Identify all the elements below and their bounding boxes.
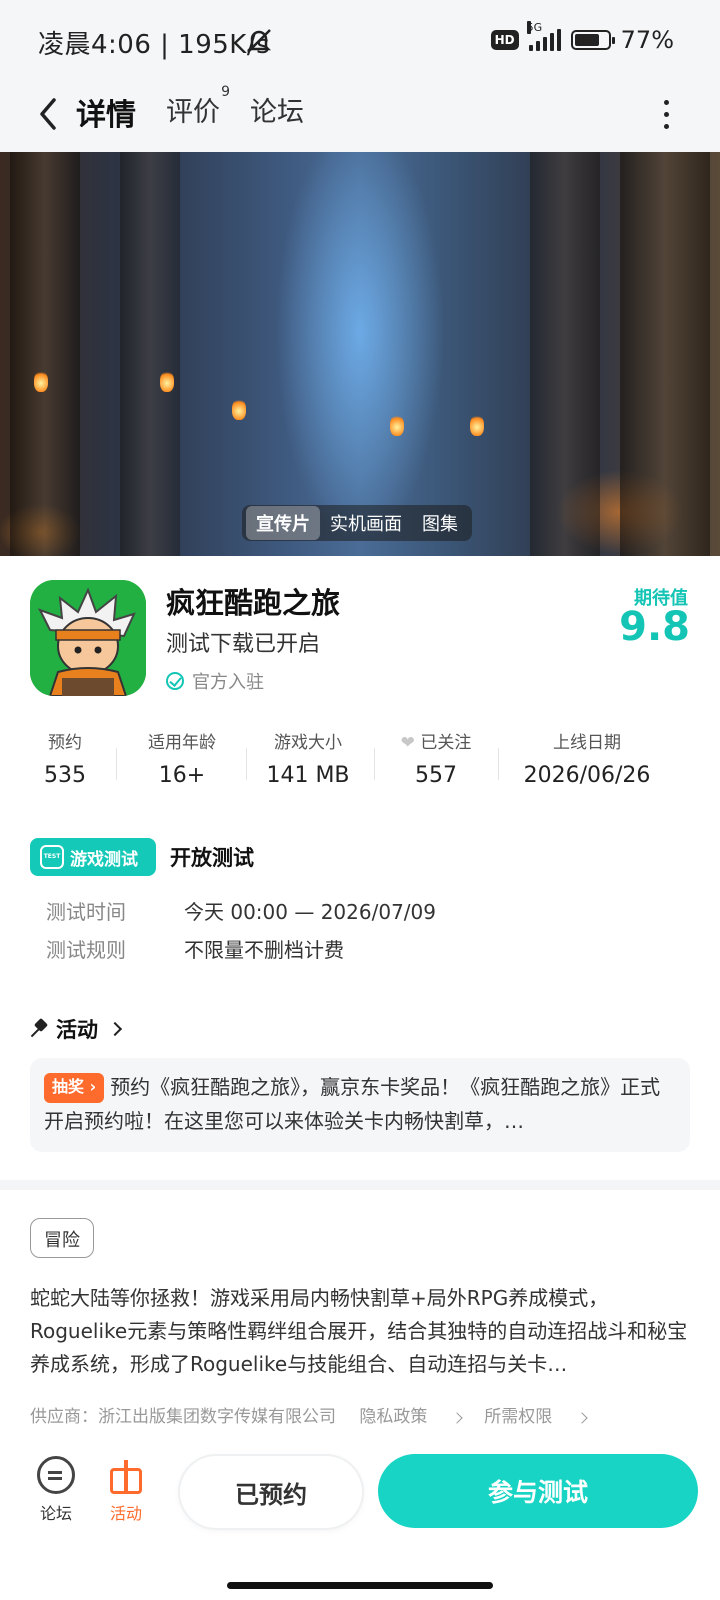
- test-rule-row: 测试规则 不限量不删档计费: [46, 934, 344, 963]
- lottery-tag: 抽奖 ›: [44, 1073, 105, 1103]
- bottom-forum-button[interactable]: 论坛: [26, 1456, 86, 1524]
- status-right: HD 5G 77%: [490, 21, 674, 54]
- stat-value: 141 MB: [266, 763, 350, 788]
- test-time-label: 测试时间: [46, 900, 126, 924]
- stat-label-followed: ❤ 已关注: [386, 728, 486, 753]
- test-rule-value: 不限量不删档计费: [184, 938, 344, 962]
- reserved-button[interactable]: 已预约: [180, 1456, 362, 1528]
- bottom-activity-label: 活动: [109, 1504, 142, 1523]
- game-title: 疯狂酷跑之旅: [166, 586, 341, 620]
- tab-review[interactable]: 评价 9: [166, 84, 230, 129]
- game-test-badge: TEST 游戏测试: [30, 838, 156, 876]
- network-type: 5G: [526, 21, 543, 34]
- stat-value: 16+: [158, 763, 206, 788]
- test-icon: TEST: [40, 845, 64, 869]
- stat-release-date: 上线日期 2026/06/26: [512, 728, 662, 788]
- stat-label-text: 已关注: [420, 733, 472, 753]
- mute-bell-icon: [246, 29, 272, 53]
- stat-label: 适用年龄: [148, 733, 216, 753]
- battery-icon: [570, 30, 615, 50]
- permissions-label: 所需权限: [484, 1407, 553, 1427]
- tab-detail-label: 详情: [76, 98, 136, 133]
- signal-icon: 5G: [526, 21, 561, 51]
- game-subtitle: 测试下载已开启: [166, 632, 321, 657]
- stat-value: 2026/06/26: [523, 763, 651, 788]
- stat-value: 557: [415, 763, 457, 788]
- chevron-right-icon: [107, 1021, 123, 1037]
- activity-heading: 活动: [56, 1018, 98, 1042]
- chevron-right-icon: [575, 1412, 588, 1424]
- bottom-action-bar: 论坛 活动 已预约 参与测试: [0, 1436, 720, 1548]
- hd-badge: HD: [490, 30, 519, 50]
- tab-forum[interactable]: 论坛: [250, 90, 304, 129]
- hero-video[interactable]: 宣传片 实机画面 图集: [0, 152, 720, 556]
- review-count-badge: 9: [221, 84, 230, 100]
- test-badge-label: 游戏测试: [70, 849, 138, 870]
- activity-header[interactable]: 活动: [30, 1014, 123, 1044]
- stat-value: 535: [44, 763, 86, 788]
- back-arrow-icon[interactable]: [34, 94, 64, 134]
- game-description[interactable]: 蛇蛇大陆等你拯救！游戏采用局内畅快割草+局外RPG养成模式，Roguelike元…: [30, 1282, 692, 1381]
- stat-age: 适用年龄 16+: [128, 728, 236, 788]
- forum-icon: [37, 1456, 75, 1494]
- official-label: 官方入驻: [192, 672, 264, 693]
- battery-percent: 77%: [620, 26, 674, 54]
- more-options-icon[interactable]: [660, 96, 672, 136]
- stat-followers[interactable]: ❤ 已关注 557: [386, 728, 486, 788]
- genre-tag[interactable]: 冒险: [30, 1218, 94, 1258]
- vendor-text: 供应商：浙江出版集团数字传媒有限公司: [30, 1407, 336, 1427]
- verified-check-icon: [166, 672, 184, 690]
- chevron-right-icon: [451, 1412, 463, 1424]
- stat-label: 上线日期: [553, 733, 621, 753]
- status-bar: 凌晨4:06 | 195K/s HD 5G 77%: [0, 0, 720, 82]
- stat-label: 游戏大小: [274, 733, 342, 753]
- activity-card[interactable]: 抽奖 › 预约《疯狂酷跑之旅》，赢京东卡奖品！《疯狂酷跑之旅》正式开启预约啦！在这…: [30, 1058, 690, 1152]
- media-tab-gallery[interactable]: 图集: [412, 506, 468, 540]
- stat-reservations: 预约 535: [22, 728, 108, 788]
- vendor-row: 供应商：浙江出版集团数字传媒有限公司 隐私政策 所需权限: [30, 1402, 604, 1427]
- stat-size: 游戏大小 141 MB: [258, 728, 358, 788]
- gift-icon: [107, 1456, 145, 1494]
- stat-label: 预约: [48, 733, 82, 753]
- heart-icon: ❤: [400, 733, 415, 753]
- bottom-activity-button[interactable]: 活动: [96, 1456, 156, 1524]
- expect-value: 9.8: [619, 604, 690, 650]
- test-time-row: 测试时间 今天 00:00 — 2026/07/09: [46, 896, 436, 925]
- official-badge[interactable]: 官方入驻: [166, 668, 264, 694]
- tab-detail[interactable]: 详情: [74, 90, 138, 134]
- activity-text: 预约《疯狂酷跑之旅》，赢京东卡奖品！《疯狂酷跑之旅》正式开启预约啦！在这里您可以…: [44, 1075, 661, 1133]
- bottom-forum-label: 论坛: [39, 1504, 72, 1523]
- media-tab-trailer[interactable]: 宣传片: [246, 506, 320, 540]
- tab-review-label: 评价: [166, 97, 220, 128]
- tab-forum-label: 论坛: [250, 97, 304, 128]
- privacy-link[interactable]: 隐私政策: [359, 1407, 463, 1427]
- pin-icon: [30, 1020, 48, 1038]
- game-app-icon: [30, 580, 146, 696]
- media-tabs: 宣传片 实机画面 图集: [242, 505, 472, 541]
- test-time-value: 今天 00:00 — 2026/07/09: [184, 900, 436, 924]
- status-time-speed: 凌晨4:06 | 195K/s: [38, 30, 271, 60]
- privacy-label: 隐私政策: [359, 1407, 428, 1427]
- section-divider: [0, 1180, 720, 1190]
- test-rule-label: 测试规则: [46, 938, 126, 962]
- test-type: 开放测试: [170, 846, 254, 870]
- game-character-icon: [30, 580, 146, 696]
- lottery-tag-label: 抽奖: [52, 1077, 85, 1096]
- home-indicator[interactable]: [227, 1582, 493, 1589]
- media-tab-gameplay[interactable]: 实机画面: [320, 506, 412, 540]
- join-test-button[interactable]: 参与测试: [378, 1454, 698, 1528]
- top-nav: 详情 评价 9 论坛: [0, 82, 720, 152]
- stats-row: 预约 535 适用年龄 16+ 游戏大小 141 MB ❤ 已关注 557 上线…: [22, 728, 702, 796]
- permissions-link[interactable]: 所需权限: [484, 1407, 588, 1427]
